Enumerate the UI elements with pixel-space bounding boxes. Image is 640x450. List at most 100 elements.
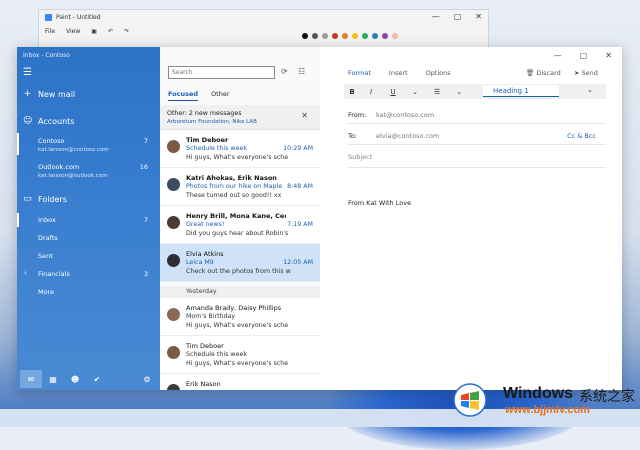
message-item[interactable]: Tim Deboer Schedule this week Hi guys, W…: [160, 130, 320, 168]
todo-icon[interactable]: ✔: [86, 370, 108, 388]
gear-icon[interactable]: ⚙: [136, 370, 158, 388]
message-item[interactable]: Amanda Brady, Daisy Phillips Mom's Birth…: [160, 298, 320, 336]
color-swatch[interactable]: [372, 33, 378, 39]
tab-focused[interactable]: Focused: [168, 90, 199, 101]
folders-label: Folders: [38, 194, 67, 204]
plus-icon: +: [23, 89, 32, 99]
cc-bcc-link[interactable]: Cc & Bcc: [567, 132, 596, 140]
paint-close-button[interactable]: ✕: [475, 12, 482, 21]
to-value: elvia@contoso.com: [376, 132, 440, 140]
account-item-outlook[interactable]: Outlook.com kat.larsson@outlook.com: [38, 163, 108, 179]
calendar-icon[interactable]: ▦: [42, 370, 64, 388]
new-mail-button[interactable]: + New mail: [23, 89, 75, 99]
color-swatch[interactable]: [322, 33, 328, 39]
paint-window: Paint - Untitled — ▢ ✕ File View ▣ ↶ ↷: [38, 9, 489, 51]
save-icon[interactable]: ▣: [91, 28, 97, 35]
person-icon: ☺: [23, 116, 33, 126]
paint-menubar: File View ▣ ↶ ↷: [39, 24, 488, 38]
message-time: 7:19 AM: [287, 221, 313, 228]
date-group-header: Yesterday: [160, 286, 320, 298]
message-subject: Great news!: [186, 221, 225, 228]
to-field[interactable]: To: elvia@contoso.com Cc & Bcc: [348, 128, 606, 145]
folder-item-more[interactable]: More: [38, 288, 54, 296]
folder-item-inbox[interactable]: Inbox: [38, 216, 56, 224]
send-label: Send: [581, 69, 598, 77]
redo-icon[interactable]: ↷: [124, 28, 129, 35]
folder-item-sent[interactable]: Sent: [38, 252, 53, 260]
account-item-contoso[interactable]: Contoso kat.larsson@contoso.com: [38, 137, 109, 153]
message-time: 12:05 AM: [283, 259, 313, 266]
other-messages-banner[interactable]: Other: 2 new messages Arboretum Foundati…: [160, 105, 320, 130]
color-swatch[interactable]: [342, 33, 348, 39]
account-selection-indicator: [17, 133, 19, 155]
chevron-down-icon[interactable]: ⌄: [448, 88, 470, 96]
chevron-down-icon[interactable]: ⌄: [587, 86, 593, 94]
message-item[interactable]: Katri Ahokas, Erik Nason Photos from our…: [160, 168, 320, 206]
message-subject: Schedule this week: [186, 351, 247, 358]
hamburger-menu-icon[interactable]: ☰: [23, 67, 32, 78]
folders-header[interactable]: ▭ Folders: [23, 194, 67, 204]
paint-minimize-button[interactable]: —: [432, 12, 440, 21]
chevron-down-icon[interactable]: ⌄: [404, 88, 426, 96]
from-field[interactable]: From: kat@contoso.com: [348, 107, 606, 124]
paint-maximize-button[interactable]: ▢: [454, 12, 462, 21]
sidebar-app-switcher: ✉ ▦ ☻ ✔ ⚙: [17, 368, 160, 390]
mail-icon[interactable]: ✉: [20, 370, 42, 388]
filter-icon[interactable]: ☷: [298, 67, 305, 76]
message-item[interactable]: Henry Brill, Mona Kane, Cecil Fo Great n…: [160, 206, 320, 244]
message-body[interactable]: From Kat With Love: [348, 199, 411, 207]
account-email: kat.larsson@contoso.com: [38, 147, 109, 153]
message-item[interactable]: Erik Nason: [160, 374, 320, 390]
message-time: 8:48 AM: [287, 183, 313, 190]
tab-other[interactable]: Other: [211, 90, 229, 101]
send-button[interactable]: ➤ Send: [574, 69, 598, 77]
folder-item-drafts[interactable]: Drafts: [38, 234, 58, 242]
avatar: [167, 216, 180, 229]
bold-button[interactable]: B: [344, 88, 360, 96]
maximize-button[interactable]: ▢: [580, 51, 588, 60]
color-palette: [302, 33, 398, 39]
chevron-right-icon[interactable]: ›: [24, 269, 27, 277]
bullet-list-icon[interactable]: ☰: [426, 88, 448, 96]
paint-app-icon: [45, 13, 52, 21]
color-swatch[interactable]: [302, 33, 308, 39]
subject-input[interactable]: Subject: [348, 153, 606, 168]
color-swatch[interactable]: [362, 33, 368, 39]
format-toolbar: B I U ⌄ ☰ ⌄ Heading 1 ⌄: [344, 84, 606, 99]
avatar: [167, 178, 180, 191]
minimize-button[interactable]: —: [554, 51, 562, 60]
message-item-selected[interactable]: Elvia Atkins Leica M9 Check out the phot…: [160, 244, 320, 282]
sync-icon[interactable]: ⟳: [281, 67, 288, 76]
color-swatch[interactable]: [352, 33, 358, 39]
tab-insert[interactable]: Insert: [389, 69, 408, 77]
folder-item-financials[interactable]: Financials: [38, 270, 70, 278]
message-sender: Elvia Atkins: [186, 250, 224, 258]
discard-button[interactable]: 🗑 Discard: [526, 69, 561, 77]
underline-button[interactable]: U: [382, 88, 404, 96]
tab-options[interactable]: Options: [426, 69, 451, 77]
discard-label: Discard: [536, 69, 561, 77]
paint-menu-view[interactable]: View: [66, 28, 80, 35]
message-sender: Amanda Brady, Daisy Phillips: [186, 304, 282, 312]
search-input[interactable]: [168, 66, 275, 79]
heading-style-dropdown[interactable]: Heading 1: [483, 85, 559, 97]
mail-sidebar: Inbox - Contoso ☰ + New mail ☺ Accounts …: [17, 47, 160, 390]
message-item[interactable]: Tim Deboer Schedule this week Hi guys, W…: [160, 336, 320, 374]
message-subject: Mom's Birthday: [186, 313, 236, 320]
undo-icon[interactable]: ↶: [108, 28, 113, 35]
color-swatch[interactable]: [392, 33, 398, 39]
accounts-header[interactable]: ☺ Accounts: [23, 116, 74, 126]
paint-menu-file[interactable]: File: [45, 28, 55, 35]
color-swatch[interactable]: [312, 33, 318, 39]
italic-button[interactable]: I: [360, 88, 382, 96]
people-icon[interactable]: ☻: [64, 370, 86, 388]
tab-format[interactable]: Format: [348, 69, 371, 77]
color-swatch[interactable]: [382, 33, 388, 39]
mail-window: Inbox - Contoso ☰ + New mail ☺ Accounts …: [17, 47, 622, 390]
close-button[interactable]: ✕: [605, 51, 612, 60]
close-icon[interactable]: ✕: [301, 111, 308, 120]
avatar: [167, 308, 180, 321]
windows-logo-icon: [453, 383, 487, 417]
mail-window-controls: — ▢ ✕: [554, 51, 612, 60]
color-swatch[interactable]: [332, 33, 338, 39]
